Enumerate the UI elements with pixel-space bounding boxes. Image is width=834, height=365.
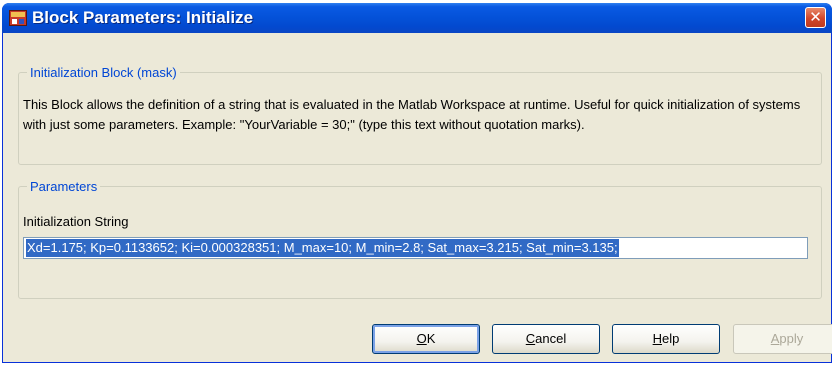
cancel-button[interactable]: Cancel <box>492 324 600 354</box>
initialization-string-input[interactable]: Xd=1.175; Kp=0.1133652; Ki=0.000328351; … <box>23 237 808 259</box>
dialog-window: Block Parameters: Initialize ✕ Initializ… <box>2 3 832 363</box>
simulink-block-icon <box>9 10 27 26</box>
window-title: Block Parameters: Initialize <box>32 8 254 27</box>
initialization-string-value: Xd=1.175; Kp=0.1133652; Ki=0.000328351; … <box>26 239 619 257</box>
help-button[interactable]: Help <box>612 324 720 354</box>
close-icon: ✕ <box>809 9 822 26</box>
title-bar[interactable]: Block Parameters: Initialize ✕ <box>2 3 832 33</box>
parameters-group-legend: Parameters <box>30 179 98 194</box>
mask-group-legend: Initialization Block (mask) <box>30 65 177 80</box>
dialog-body: Initialization Block (mask) This Block a… <box>6 33 832 359</box>
initialization-string-label: Initialization String <box>23 214 129 229</box>
close-button[interactable]: ✕ <box>805 7 826 28</box>
mask-description-text: This Block allows the definition of a st… <box>23 97 801 132</box>
apply-button[interactable]: Apply <box>733 324 832 354</box>
ok-button[interactable]: OK <box>372 324 480 354</box>
